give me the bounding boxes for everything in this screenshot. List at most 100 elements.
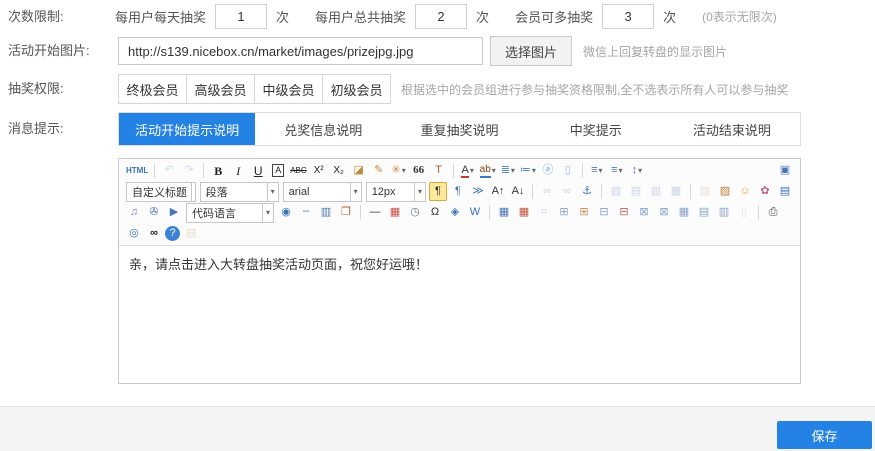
insert-video-button[interactable]: ▶ (165, 203, 183, 222)
toolbar-separator (360, 205, 361, 220)
insert-video-icon: ▶ (170, 207, 178, 218)
insert-row-above-button[interactable]: ⊞ (555, 203, 573, 222)
insert-media-button[interactable]: ▤ (776, 182, 794, 201)
member-group-button[interactable]: 中级会员 (254, 74, 323, 104)
word-import-button[interactable]: W (466, 203, 484, 222)
split-cells-button[interactable]: ▤ (695, 203, 713, 222)
heading-select[interactable]: 自定义标题▾ (126, 182, 196, 202)
message-tab[interactable]: 活动开始提示说明 (119, 113, 255, 145)
font-frame-button[interactable]: A (269, 161, 287, 180)
font-family-select[interactable]: arial▾ (283, 182, 362, 202)
emoticons-button[interactable]: ☺ (736, 182, 754, 201)
daily-limit-unit: 次 (276, 7, 289, 26)
insert-time-button[interactable]: ◷ (406, 203, 424, 222)
italic-button[interactable]: I (229, 161, 247, 180)
total-limit-input[interactable] (415, 4, 467, 29)
indent-button[interactable]: ≫ (469, 182, 487, 201)
italic-icon: I (236, 165, 240, 177)
insert-row-below-button[interactable]: ⊞ (575, 203, 593, 222)
editor-content-area[interactable]: 亲，请点击进入大转盘抽奖活动页面，祝您好运哦！ (119, 246, 800, 383)
insert-col-right-button[interactable]: ⊟ (615, 203, 633, 222)
unordered-list-icon: ≔ (520, 165, 531, 176)
delete-col-button[interactable]: ⊠ (655, 203, 673, 222)
save-button[interactable]: 保存 (777, 421, 872, 449)
ltr-paragraph-button[interactable]: ¶ (429, 182, 447, 201)
start-image-url-input[interactable] (118, 37, 483, 65)
remove-format-button[interactable]: ◪ (350, 161, 368, 180)
align-center-button[interactable]: ≡▾ (608, 161, 626, 180)
delete-row-button[interactable]: ⊠ (635, 203, 653, 222)
strikethrough-button[interactable]: ABC (289, 161, 307, 180)
code-language-select[interactable]: 代码语言▾ (186, 203, 274, 223)
insert-col-left-button[interactable]: ⊟ (595, 203, 613, 222)
blockquote-button[interactable]: 66 (410, 161, 428, 180)
insert-code-button[interactable]: ◉ (277, 203, 295, 222)
message-tab[interactable]: 活动结束说明 (664, 113, 800, 145)
two-columns-button[interactable]: ▥ (317, 203, 335, 222)
font-size-down-button[interactable]: A↓ (509, 182, 527, 201)
word-import-icon: W (470, 207, 480, 218)
fullscreen-button[interactable]: ▣ (776, 161, 794, 180)
merge-cells-button[interactable]: ▦ (675, 203, 693, 222)
anchor-button[interactable]: ⚓ (578, 182, 596, 201)
insert-map-button[interactable]: ◈ (446, 203, 464, 222)
preview-button[interactable]: ◎ (125, 224, 143, 243)
source-code-button[interactable]: HTML (125, 161, 149, 180)
upload-image-icon: ▨ (720, 186, 730, 197)
paint-tool-button[interactable]: ✿ (756, 182, 774, 201)
find-replace-button[interactable]: ∞ (145, 224, 163, 243)
line-height-icon: ↕ (632, 165, 638, 176)
member-group-button[interactable]: 终极会员 (118, 74, 187, 104)
insert-date-button[interactable]: ▦ (386, 203, 404, 222)
merge-cells-icon: ▦ (679, 207, 689, 218)
paragraph-select[interactable]: 段落▾ (200, 182, 279, 202)
redo-icon: ↷ (185, 165, 194, 176)
message-tab[interactable]: 兑奖信息说明 (255, 113, 391, 145)
print-button[interactable]: ⎙ (764, 203, 782, 222)
delete-table-button[interactable]: ▦ (515, 203, 533, 222)
font-size-select-value: 12px (372, 186, 396, 198)
rtl-paragraph-button[interactable]: ¶ (449, 182, 467, 201)
underline-button[interactable]: U (249, 161, 267, 180)
unordered-list-button[interactable]: ≔▾ (519, 161, 537, 180)
message-tab[interactable]: 重复抽奖说明 (391, 113, 527, 145)
page-break-button[interactable]: ┄ (297, 203, 315, 222)
font-color-button[interactable]: A▾ (459, 161, 477, 180)
help-button[interactable]: ? (165, 226, 180, 241)
highlight-color-icon: ab (480, 164, 491, 178)
insert-hr-button[interactable]: — (366, 203, 384, 222)
message-tab[interactable]: 中奖提示 (528, 113, 664, 145)
image-align-right-icon: ▥ (651, 186, 661, 197)
page-properties-icon: ▯ (741, 207, 747, 218)
highlight-color-button[interactable]: ab▾ (479, 161, 497, 180)
insert-map-icon: ◈ (451, 207, 459, 218)
quick-note-button[interactable]: ❐ (337, 203, 355, 222)
ordered-list-button[interactable]: ≣▾ (499, 161, 517, 180)
new-page-button[interactable]: ▯ (559, 161, 577, 180)
font-size-select[interactable]: 12px▾ (366, 182, 426, 202)
insert-time-icon: ◷ (410, 207, 420, 218)
bold-button[interactable]: B (209, 161, 227, 180)
font-size-up-button[interactable]: A↑ (489, 182, 507, 201)
toolbar-separator (758, 205, 759, 220)
line-height-button[interactable]: ↕▾ (628, 161, 646, 180)
named-anchor-button[interactable]: ⓐ (539, 161, 557, 180)
member-group-button[interactable]: 初级会员 (322, 74, 391, 104)
table-properties-button[interactable]: ▥ (715, 203, 733, 222)
upload-image-button[interactable]: ▨ (716, 182, 734, 201)
pick-image-button[interactable]: 选择图片 (490, 36, 572, 66)
daily-limit-input[interactable] (215, 4, 267, 29)
format-brush-button[interactable]: ✎ (370, 161, 388, 180)
superscript-button[interactable]: X² (310, 161, 328, 180)
insert-music-button[interactable]: ♫ (125, 203, 143, 222)
member-extra-limit-unit: 次 (663, 7, 676, 26)
member-extra-limit-input[interactable] (602, 4, 654, 29)
quick-format-button[interactable]: ✳▾ (390, 161, 408, 180)
paste-as-text-button[interactable]: T (430, 161, 448, 180)
member-group-button[interactable]: 高级会员 (186, 74, 255, 104)
insert-flash-button[interactable]: ✇ (145, 203, 163, 222)
special-char-button[interactable]: Ω (426, 203, 444, 222)
subscript-button[interactable]: X₂ (330, 161, 348, 180)
insert-table-button[interactable]: ▦ (495, 203, 513, 222)
align-left-button[interactable]: ≡▾ (588, 161, 606, 180)
